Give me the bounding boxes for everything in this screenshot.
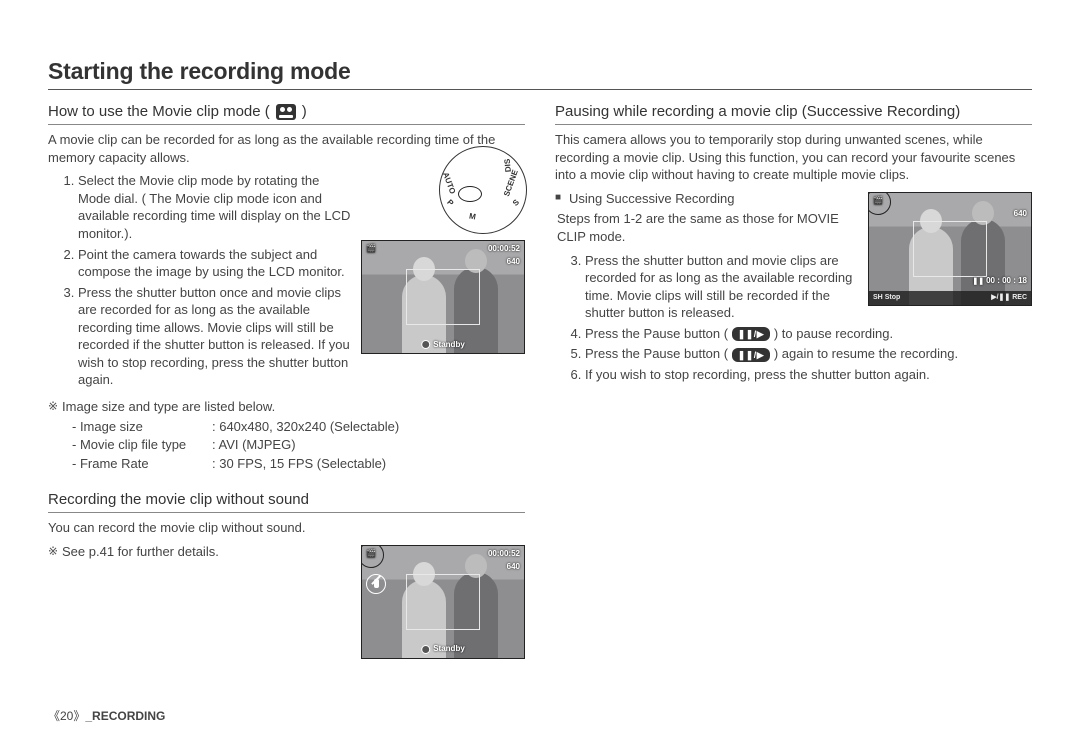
spec-fps-val: : 30 FPS, 15 FPS (Selectable) [212,456,386,471]
spec-type-val: : AVI (MJPEG) [212,437,296,452]
osd-size: 640 [1014,209,1027,220]
right-column: Pausing while recording a movie clip (Su… [555,98,1032,665]
mute-mic-icon [366,574,386,594]
figure-group-2: 🎬 00:00:52 640 Standby [361,545,525,659]
left-column: How to use the Movie clip mode ( ) A mov… [48,98,525,665]
osd-rec: REC [1012,294,1027,301]
osd-stop: Stop [885,294,901,301]
osd-time: 00:00:52 [488,244,520,255]
osd-status: Standby [421,644,465,655]
osd-bottombar: SH Stop ▶/❚❚ REC [869,291,1031,305]
spec-size-val: : 640x480, 320x240 (Selectable) [212,419,399,434]
subheading-close: ) [302,102,307,122]
osd-status: Standby [421,340,465,351]
page-title: Starting the recording mode [48,56,1032,90]
pause-intro: This camera allows you to temporarily st… [555,131,1032,184]
lcd-preview-1: 🎬 00:00:52 640 Standby [361,240,525,354]
step-6r: If you wish to stop recording, press the… [585,366,1032,384]
pause-play-icon: ❚❚/▶ [732,348,771,362]
page-footer: 《20》_RECORDING [48,708,165,724]
dial-label: SCENE [502,169,522,199]
section-label: _RECORDING [85,709,165,723]
movie-clip-icon [276,104,296,120]
subheading-text: How to use the Movie clip mode ( [48,102,270,122]
dial-label: P [444,198,455,209]
subheading-movie-mode: How to use the Movie clip mode ( ) [48,102,525,125]
spec-type-label: - Movie clip file type [72,436,212,454]
subheading-pause: Pausing while recording a movie clip (Su… [555,102,1032,125]
step-4r: Press the Pause button ( ❚❚/▶ ) to pause… [585,325,1032,343]
subheading-no-sound: Recording the movie clip without sound [48,490,525,513]
spec-fps-label: - Frame Rate [72,455,212,473]
figure-group-3: 🎬 640 ❚❚ 00 : 00 : 18 SH Stop ▶/❚❚ REC [868,192,1032,306]
osd-rec-btn: ▶/❚❚ [991,294,1010,301]
osd-time: ❚❚ 00 : 00 : 18 [972,276,1027,287]
dial-label: S [511,198,522,209]
dial-label: M [468,212,476,224]
osd-size: 640 [507,257,520,268]
specs-list: - Image size: 640x480, 320x240 (Selectab… [72,418,525,473]
no-sound-intro: You can record the movie clip without so… [48,519,525,537]
dial-label: AUTO [439,171,457,196]
lcd-preview-2: 🎬 00:00:52 640 Standby [361,545,525,659]
see-page-ref: See p.41 for further details. [48,543,525,561]
sub-bullet: Using Successive Recording [555,190,1032,208]
spec-size-label: - Image size [72,418,212,436]
mode-dial-illustration: AUTO P M S SCENE DIS [439,174,525,232]
page-number: 《20》 [48,709,85,723]
pause-play-icon: ❚❚/▶ [732,327,771,341]
specs-note: Image size and type are listed below. [48,398,525,416]
lcd-preview-3: 🎬 640 ❚❚ 00 : 00 : 18 SH Stop ▶/❚❚ REC [868,192,1032,306]
movie-icon: 🎬 [366,244,376,255]
osd-sh: SH [873,294,883,301]
figure-group-1: AUTO P M S SCENE DIS 🎬 00:00:52 [361,174,525,354]
osd-size: 640 [507,562,520,573]
dial-label: DIS [502,159,514,173]
step-5r: Press the Pause button ( ❚❚/▶ ) again to… [585,345,1032,363]
